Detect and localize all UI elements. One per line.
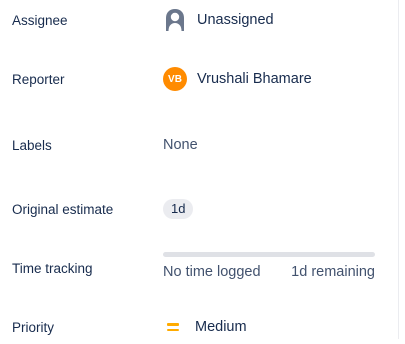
priority-label: Priority	[12, 319, 55, 335]
unassigned-avatar-icon	[163, 8, 187, 32]
reporter-field: Reporter VB Vrushali Bhamare	[0, 62, 398, 96]
labels-field: Labels None	[0, 128, 398, 162]
priority-medium-icon	[167, 321, 181, 333]
time-logged-text: No time logged	[163, 264, 261, 280]
reporter-label: Reporter	[12, 71, 65, 87]
original-estimate-field: Original estimate 1d	[0, 192, 398, 226]
original-estimate-value[interactable]: 1d	[163, 199, 194, 219]
assignee-name: Unassigned	[197, 12, 274, 28]
priority-name: Medium	[195, 319, 247, 335]
time-tracking-progress-bar	[163, 252, 375, 257]
original-estimate-label: Original estimate	[12, 201, 114, 217]
assignee-field: Assignee Unassigned	[0, 3, 398, 37]
reporter-name: Vrushali Bhamare	[197, 71, 312, 87]
labels-label: Labels	[12, 137, 52, 153]
reporter-avatar: VB	[163, 67, 187, 91]
time-tracking-label: Time tracking	[12, 261, 93, 276]
time-remaining-text: 1d remaining	[291, 264, 375, 280]
time-tracking-value[interactable]: No time logged 1d remaining	[163, 252, 375, 286]
assignee-value[interactable]: Unassigned	[163, 8, 274, 32]
assignee-label: Assignee	[12, 12, 68, 28]
time-tracking-field: Time tracking No time logged 1d remainin…	[0, 252, 398, 286]
original-estimate-lozenge: 1d	[163, 199, 194, 219]
labels-value[interactable]: None	[163, 137, 198, 153]
reporter-value[interactable]: VB Vrushali Bhamare	[163, 67, 312, 91]
issue-details-panel: Assignee Unassigned Reporter VB Vrushali…	[0, 0, 399, 339]
priority-value[interactable]: Medium	[163, 319, 247, 335]
